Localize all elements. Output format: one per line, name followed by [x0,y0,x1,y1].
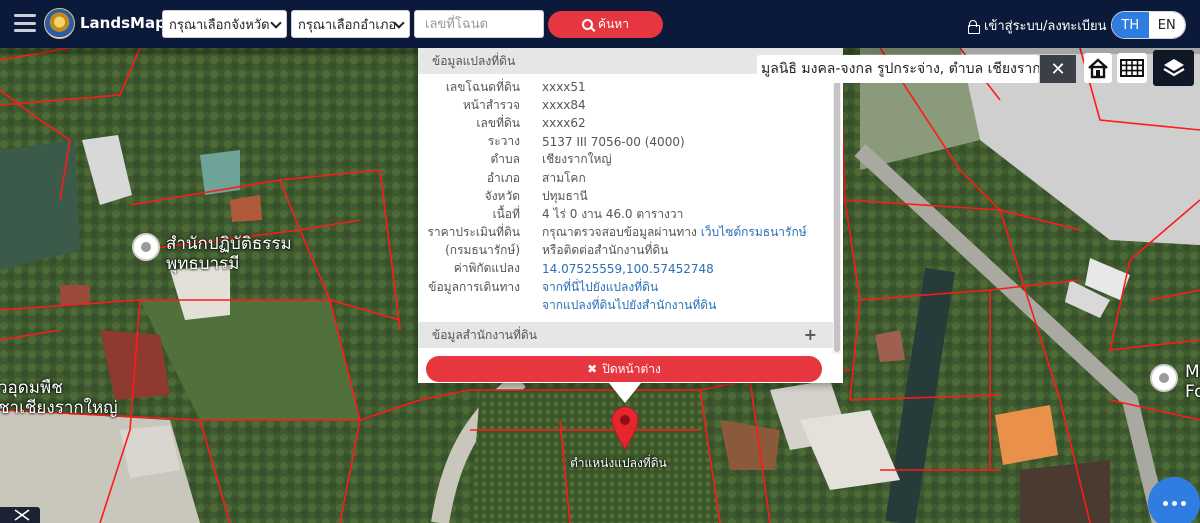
measure-icon [14,509,30,521]
poi-label-line: สำนักปฏิบัติธรรม [166,234,292,254]
info-value: กรุณาตรวจสอบข้อมูลผ่านทาง เว็บไซต์กรมธนา… [542,223,807,242]
info-row: จังหวัด ปทุมธานี [418,187,843,205]
deed-number-input[interactable] [414,10,544,38]
poi-label-school: วอุดมพืช ชาเชียงรากใหญ่ [0,378,118,418]
close-window-button[interactable]: ✖ ปิดหน้าต่าง [426,356,822,382]
info-label: จังหวัด [484,188,520,203]
popup-scrollbar-thumb[interactable] [834,78,840,352]
treasury-website-link[interactable]: เว็บไซต์กรมธนารักษ์ [701,225,807,239]
info-row: เลขที่ดิน xxxx62 [418,114,843,132]
info-row: ตำบล เชียงรากใหญ่ [418,151,843,169]
poi-label-line: ชาเชียงรากใหญ่ [0,398,118,418]
info-label: อำเภอ [486,170,520,185]
expand-plus-icon[interactable]: + [804,325,817,344]
district-select[interactable]: กรุณาเลือกอำเภอ [291,10,410,38]
land-office-header-label: ข้อมูลสำนักงานที่ดิน [432,327,537,342]
appraisal-text: กรุณาตรวจสอบข้อมูลผ่านทาง [542,225,701,240]
layers-button[interactable] [1153,50,1194,86]
info-label: เลขโฉนดที่ดิน [445,79,520,94]
lang-en-button[interactable]: EN [1148,12,1185,38]
location-address-box: มูลนิธิ มงคล-จงกล รูปกระจ่าง, ตำบล เชียง… [757,55,1039,83]
district-select-value: กรุณาเลือกอำเภอ [298,17,397,33]
info-row: หน้าสำรวจ xxxx84 [418,96,843,114]
home-icon [1088,58,1108,79]
directions-to-office-link[interactable]: จากแปลงที่ดินไปยังสำนักงานที่ดิน [542,298,716,312]
info-label: เนื้อที่ [492,206,520,221]
login-link[interactable]: เข้าสู่ระบบ/ลงทะเบียน [968,15,1106,36]
search-button-label: ค้นหา [598,17,629,31]
login-label: เข้าสู่ระบบ/ลงทะเบียน [984,19,1107,34]
close-icon: ✖ [587,362,598,376]
info-row: อำเภอ สามโคก [418,169,843,187]
info-value: ปทุมธานี [542,188,588,203]
info-row: เนื้อที่ 4 ไร่ 0 งาน 46.0 ตารางวา [418,205,843,223]
info-value: xxxx51 [542,80,586,95]
home-button[interactable] [1084,53,1112,83]
info-label: ตำบล [490,152,520,167]
poi-label-line: M [1185,362,1200,382]
marker-label: ตำแหน่งแปลงที่ดิน [570,456,667,470]
info-row-appraisal: ราคาประเมินที่ดิน กรุณาตรวจสอบข้อมูลผ่าน… [418,224,843,242]
top-navbar: LandsMaps กรุณาเลือกจังหวัด กรุณาเลือกอำ… [0,0,1200,48]
info-row-treasury: (กรมธนารักษ์) หรือติดต่อสำนักงานที่ดิน [418,242,843,260]
chat-button[interactable] [1148,477,1200,523]
info-value: สามโคก [542,170,586,185]
info-label: (กรมธนารักษ์) [445,243,520,258]
measure-tool-button[interactable] [0,507,40,523]
language-toggle: TH EN [1111,11,1186,39]
parcel-info-popup: ข้อมูลแปลงที่ดิน เลขโฉนดที่ดิน xxxx51 หน… [418,48,843,383]
chat-dot-icon [1171,500,1177,506]
grid-icon [1120,59,1144,77]
coordinates-link[interactable]: 14.07525559,100.57452748 [542,262,714,276]
menu-icon[interactable] [14,14,36,32]
info-value: 4 ไร่ 0 งาน 46.0 ตารางวา [542,206,684,221]
poi-label-temple: สำนักปฏิบัติธรรม พุทธบารมี [166,234,292,274]
info-row-travel-2: จากแปลงที่ดินไปยังสำนักงานที่ดิน [418,296,843,314]
info-row-coordinates: ค่าพิกัดแปลง 14.07525559,100.57452748 [418,260,843,278]
poi-label-right: M Fo [1185,362,1200,402]
directions-to-parcel-link[interactable]: จากที่นี่ไปยังแปลงที่ดิน [542,280,658,294]
info-value: xxxx62 [542,116,586,131]
info-value: xxxx84 [542,98,586,113]
info-value: เชียงรากใหญ่ [542,152,612,167]
close-address-icon[interactable]: ✕ [1040,55,1076,83]
poi-label-line: Fo [1185,382,1200,402]
info-value: 5137 III 7056-00 (4000) [542,134,685,149]
info-label: ราคาประเมินที่ดิน [427,225,520,240]
land-office-section-header[interactable]: ข้อมูลสำนักงานที่ดิน + [418,322,833,348]
info-label: ค่าพิกัดแปลง [453,261,520,276]
info-label: หน้าสำรวจ [462,97,520,112]
poi-label-line: วอุดมพืช [0,378,63,398]
search-button[interactable]: ค้นหา [548,11,663,38]
lock-icon [968,19,980,34]
layers-icon [1162,59,1185,77]
info-row: ระวาง 5137 III 7056-00 (4000) [418,133,843,151]
province-select[interactable]: กรุณาเลือกจังหวัด [162,10,287,38]
close-window-label: ปิดหน้าต่าง [602,361,661,376]
info-label: ระวาง [487,134,520,149]
chat-dot-icon [1162,500,1168,506]
info-value: หรือติดต่อสำนักงานที่ดิน [542,243,669,258]
grid-button[interactable] [1117,53,1147,83]
info-label: ข้อมูลการเดินทาง [428,279,520,294]
brand-name[interactable]: LandsMaps [80,14,175,32]
chat-dot-icon [1180,500,1186,506]
popup-pointer [609,383,641,403]
map-marker-icon[interactable] [610,405,640,451]
info-label: เลขที่ดิน [476,115,520,130]
parcel-info-table: เลขโฉนดที่ดิน xxxx51 หน้าสำรวจ xxxx84 เล… [418,74,843,314]
chevron-down-icon [270,17,282,29]
province-select-value: กรุณาเลือกจังหวัด [169,17,270,33]
poi-label-line: พุทธบารมี [166,254,240,274]
lang-th-button[interactable]: TH [1112,12,1149,38]
search-icon [582,19,594,30]
info-row-travel: ข้อมูลการเดินทาง จากที่นี่ไปยังแปลงที่ดิ… [418,278,843,296]
logo-seal-icon[interactable] [44,8,75,39]
